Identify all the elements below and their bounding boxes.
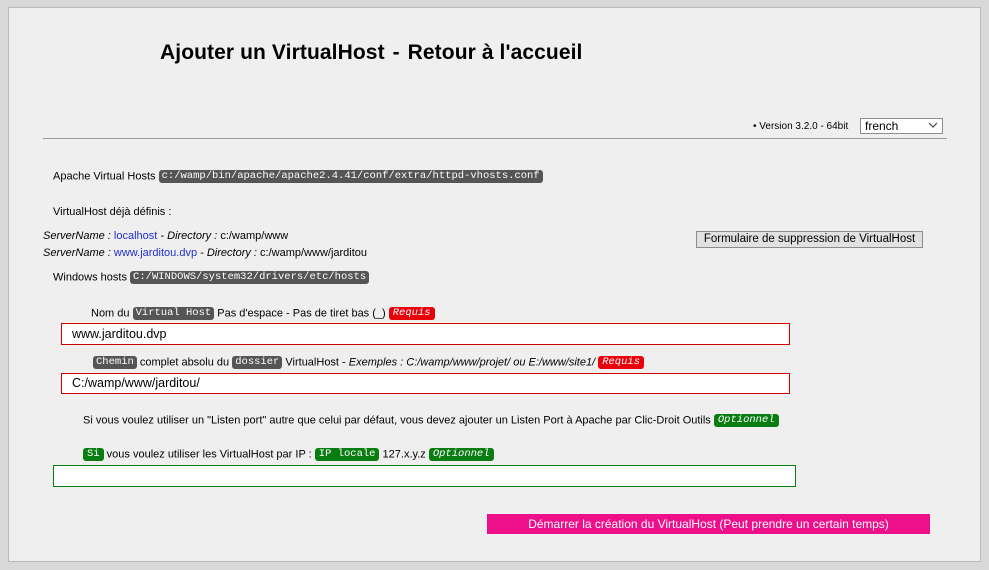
listen-port-row: Si vous voulez utiliser un "Listen port"… [83, 414, 779, 427]
ip-range: 127.x.y.z [382, 448, 426, 461]
directory-label: - Directory : [160, 230, 218, 242]
directory-label: - Directory : [200, 247, 257, 259]
virtualhost-path-input[interactable]: C:/wamp/www/jarditou/ [61, 373, 790, 394]
chevron-down-icon [928, 120, 938, 135]
apache-vhosts-label: Apache Virtual Hosts [53, 170, 156, 183]
directory-value: c:/wamp/www [220, 230, 289, 242]
path-field-label: Chemin complet absolu du dossier Virtual… [93, 356, 645, 369]
header-divider [43, 138, 947, 139]
ip-text: vous voulez utiliser les VirtualHost par… [106, 448, 312, 461]
path-after-text: VirtualHost - [285, 356, 346, 369]
virtual-host-badge: Virtual Host [132, 307, 215, 320]
directory-value: c:/wamp/www/jarditou [260, 247, 368, 259]
si-badge: Si [83, 448, 104, 461]
delete-virtualhost-button[interactable]: Formulaire de suppression de VirtualHost [696, 231, 923, 248]
virtualhost-name-input[interactable]: www.jarditou.dvp [61, 323, 790, 345]
optional-badge: Optionnel [713, 414, 779, 427]
version-info: • Version 3.2.0 - 64bit [753, 121, 848, 132]
servername-link[interactable]: localhost [114, 230, 157, 242]
name-prefix: Nom du [91, 307, 130, 320]
language-select-value: french [865, 119, 899, 133]
dossier-badge: dossier [232, 356, 283, 369]
language-select[interactable]: french [860, 118, 943, 134]
defined-entry: ServerName : www.jarditou.dvp - Director… [43, 247, 367, 259]
apache-vhosts-path: c:/wamp/bin/apache/apache2.4.41/conf/ext… [158, 170, 543, 183]
back-home-link[interactable]: Retour à l'accueil [408, 41, 583, 64]
path-middle-text: complet absolu du [139, 356, 230, 369]
windows-hosts-path: C:/WINDOWS/system32/drivers/etc/hosts [130, 271, 370, 284]
servername-link[interactable]: www.jarditou.dvp [114, 247, 197, 259]
page-container: Ajouter un VirtualHost - Retour à l'accu… [8, 7, 981, 562]
defined-heading: VirtualHost déjà définis : [53, 206, 172, 218]
required-badge: Requis [598, 356, 645, 369]
defined-entry: ServerName : localhost - Directory : c:/… [43, 230, 288, 242]
title-separator: - [392, 41, 400, 64]
apache-vhosts-row: Apache Virtual Hosts c:/wamp/bin/apache/… [53, 170, 543, 183]
version-bullet: • [753, 121, 757, 132]
path-examples: Exemples : C:/wamp/www/projet/ ou E:/www… [348, 356, 596, 369]
name-field-label: Nom du Virtual Host Pas d'espace - Pas d… [91, 307, 435, 320]
create-virtualhost-button[interactable]: Démarrer la création du VirtualHost (Peu… [487, 514, 930, 534]
chemin-badge: Chemin [93, 356, 137, 369]
ip-field-label: Si vous voulez utiliser les VirtualHost … [83, 448, 494, 461]
windows-hosts-label: Windows hosts [53, 271, 127, 284]
optional-badge: Optionnel [428, 448, 494, 461]
listen-port-text: Si vous voulez utiliser un "Listen port"… [83, 414, 711, 427]
ip-locale-badge: IP locale [314, 448, 380, 461]
servername-label: ServerName : [43, 230, 111, 242]
required-badge: Requis [388, 307, 435, 320]
ip-input[interactable] [53, 465, 796, 487]
page-title: Ajouter un VirtualHost - Retour à l'accu… [160, 41, 583, 65]
windows-hosts-row: Windows hosts C:/WINDOWS/system32/driver… [53, 271, 370, 284]
servername-label: ServerName : [43, 247, 111, 259]
version-text: Version 3.2.0 - 64bit [759, 121, 849, 132]
name-hint: Pas d'espace - Pas de tiret bas (_) [217, 307, 386, 320]
title-add-virtualhost[interactable]: Ajouter un VirtualHost [160, 41, 385, 64]
